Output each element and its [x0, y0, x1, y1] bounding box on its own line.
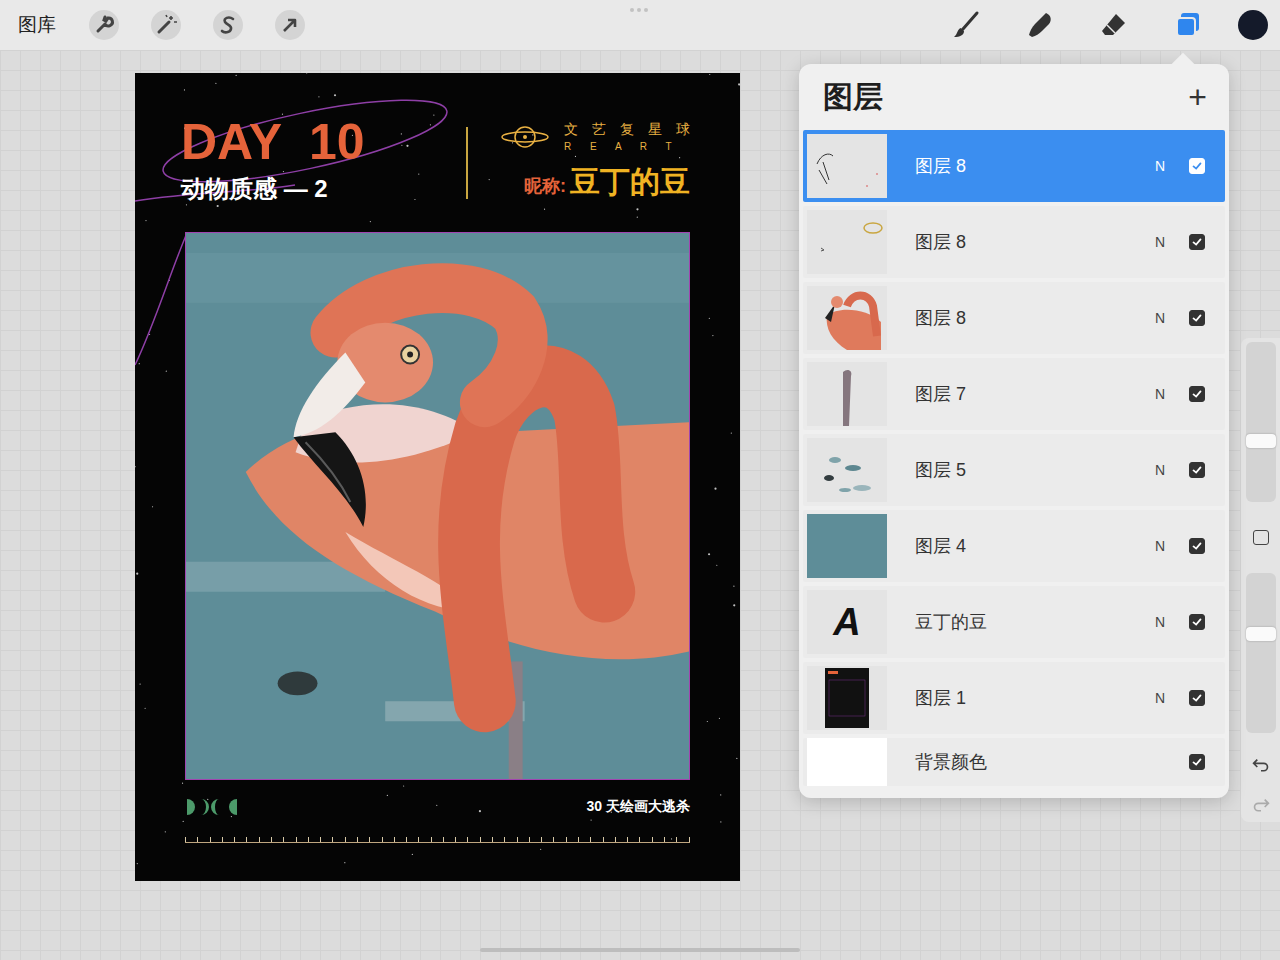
layer-thumbnail — [807, 210, 887, 274]
check-icon — [1190, 235, 1204, 249]
check-icon — [1190, 463, 1204, 477]
moon-phases-icon — [185, 798, 241, 816]
visibility-checkbox[interactable] — [1189, 310, 1205, 326]
eraser-icon[interactable] — [1098, 9, 1130, 41]
layer-row[interactable]: 图层 8N — [803, 282, 1225, 354]
background-color-row[interactable]: 背景颜色 — [803, 738, 1225, 786]
visibility-checkbox[interactable] — [1189, 538, 1205, 554]
layers-icon[interactable] — [1172, 9, 1204, 41]
planet-logo-icon — [500, 122, 550, 152]
nickname: 豆丁的豆 — [570, 162, 690, 203]
add-layer-button[interactable]: + — [1188, 81, 1207, 113]
layer-row[interactable]: 图层 1N — [803, 662, 1225, 734]
color-picker[interactable] — [1238, 10, 1268, 40]
layer-thumbnail — [807, 514, 887, 578]
selection-icon[interactable] — [212, 9, 244, 41]
check-icon — [1190, 159, 1204, 173]
transform-arrow-icon[interactable] — [274, 9, 306, 41]
layer-thumbnail — [807, 362, 887, 426]
background-thumbnail — [807, 738, 887, 786]
layer-row[interactable]: A 豆丁的豆N — [803, 586, 1225, 658]
layer-name: 图层 7 — [887, 382, 1155, 406]
blend-mode[interactable]: N — [1155, 158, 1165, 174]
brand-english: R E A R T — [564, 141, 690, 152]
divider — [466, 127, 468, 199]
layer-row[interactable]: 图层 4N — [803, 510, 1225, 582]
ruler — [185, 836, 690, 843]
blend-mode[interactable]: N — [1155, 538, 1165, 554]
layer-thumbnail — [807, 666, 887, 730]
layer-name: 图层 1 — [887, 686, 1155, 710]
poster-header: DAY 10动物质感 — 2文艺复星球R E A R T昵称:豆丁的豆 — [181, 117, 690, 210]
visibility-checkbox[interactable] — [1189, 754, 1205, 770]
check-icon — [1190, 387, 1204, 401]
magic-wand-icon[interactable] — [150, 9, 182, 41]
visibility-checkbox[interactable] — [1189, 158, 1205, 174]
blend-mode[interactable]: N — [1155, 310, 1165, 326]
top-handle[interactable] — [630, 8, 648, 12]
nickname-label: 昵称: — [524, 174, 566, 198]
side-bar — [1241, 338, 1280, 822]
layer-row[interactable]: 图层 7N — [803, 358, 1225, 430]
blend-mode[interactable]: N — [1155, 690, 1165, 706]
layer-name: 图层 4 — [887, 534, 1155, 558]
layer-row[interactable]: 图层 8N — [803, 206, 1225, 278]
flamingo-painting — [185, 232, 690, 780]
layer-thumbnail — [807, 134, 887, 198]
wrench-icon[interactable] — [88, 9, 120, 41]
subtitle: 动物质感 — 2 — [181, 173, 446, 205]
redo-icon[interactable] — [1251, 795, 1271, 814]
top-toolbar: 图库 — [0, 0, 1280, 50]
artwork-canvas[interactable]: DAY 10 动物质感 — 2 文艺复星球 R E A R T 昵称:豆丁的豆 30 天绘… — [135, 73, 740, 881]
panel-title: 图层 — [823, 77, 883, 118]
layer-thumbnail — [807, 286, 887, 350]
brush-icon[interactable] — [950, 9, 982, 41]
check-icon — [1190, 539, 1204, 553]
smudge-icon[interactable] — [1024, 9, 1056, 41]
blend-mode[interactable]: N — [1155, 462, 1165, 478]
opacity-slider[interactable] — [1246, 573, 1276, 733]
brand-name: 文艺复星球 — [564, 121, 704, 139]
layer-row[interactable]: 图层 8N — [803, 130, 1225, 202]
layer-row[interactable]: 图层 5N — [803, 434, 1225, 506]
layer-thumbnail: A — [807, 590, 887, 654]
layer-name: 豆丁的豆 — [887, 610, 1155, 634]
visibility-checkbox[interactable] — [1189, 614, 1205, 630]
layer-name: 图层 8 — [887, 154, 1155, 178]
blend-mode[interactable]: N — [1155, 234, 1165, 250]
undo-icon[interactable] — [1251, 755, 1271, 774]
layer-name: 图层 8 — [887, 306, 1155, 330]
procreate-screen: 图库DAY 10动物质感 — 2文艺复星球R E A R T昵称:豆丁的豆30 … — [0, 0, 1280, 960]
footer-text: 30 天绘画大逃杀 — [587, 798, 690, 816]
visibility-checkbox[interactable] — [1189, 462, 1205, 478]
visibility-checkbox[interactable] — [1189, 386, 1205, 402]
brush-size-slider[interactable] — [1246, 342, 1276, 502]
poster-footer: 30 天绘画大逃杀 — [185, 798, 690, 816]
check-icon — [1190, 311, 1204, 325]
visibility-checkbox[interactable] — [1189, 234, 1205, 250]
blend-mode[interactable]: N — [1155, 614, 1165, 630]
text-layer-glyph: A — [833, 601, 860, 644]
visibility-checkbox[interactable] — [1189, 690, 1205, 706]
gallery-button[interactable]: 图库 — [18, 12, 56, 38]
modify-button[interactable] — [1253, 530, 1269, 545]
layer-name: 图层 5 — [887, 458, 1155, 482]
layer-thumbnail — [807, 438, 887, 502]
blend-mode[interactable]: N — [1155, 386, 1165, 402]
layers-panel: 图层+图层 8N图层 8N图层 8N图层 7N图层 5N图层 4NA豆丁的豆N图… — [799, 64, 1229, 798]
layer-name: 图层 8 — [887, 230, 1155, 254]
home-indicator[interactable] — [480, 948, 800, 952]
layer-name: 背景颜色 — [887, 750, 1189, 774]
day-title: DAY 10 — [181, 117, 446, 167]
check-icon — [1190, 615, 1204, 629]
check-icon — [1190, 755, 1204, 769]
check-icon — [1190, 691, 1204, 705]
